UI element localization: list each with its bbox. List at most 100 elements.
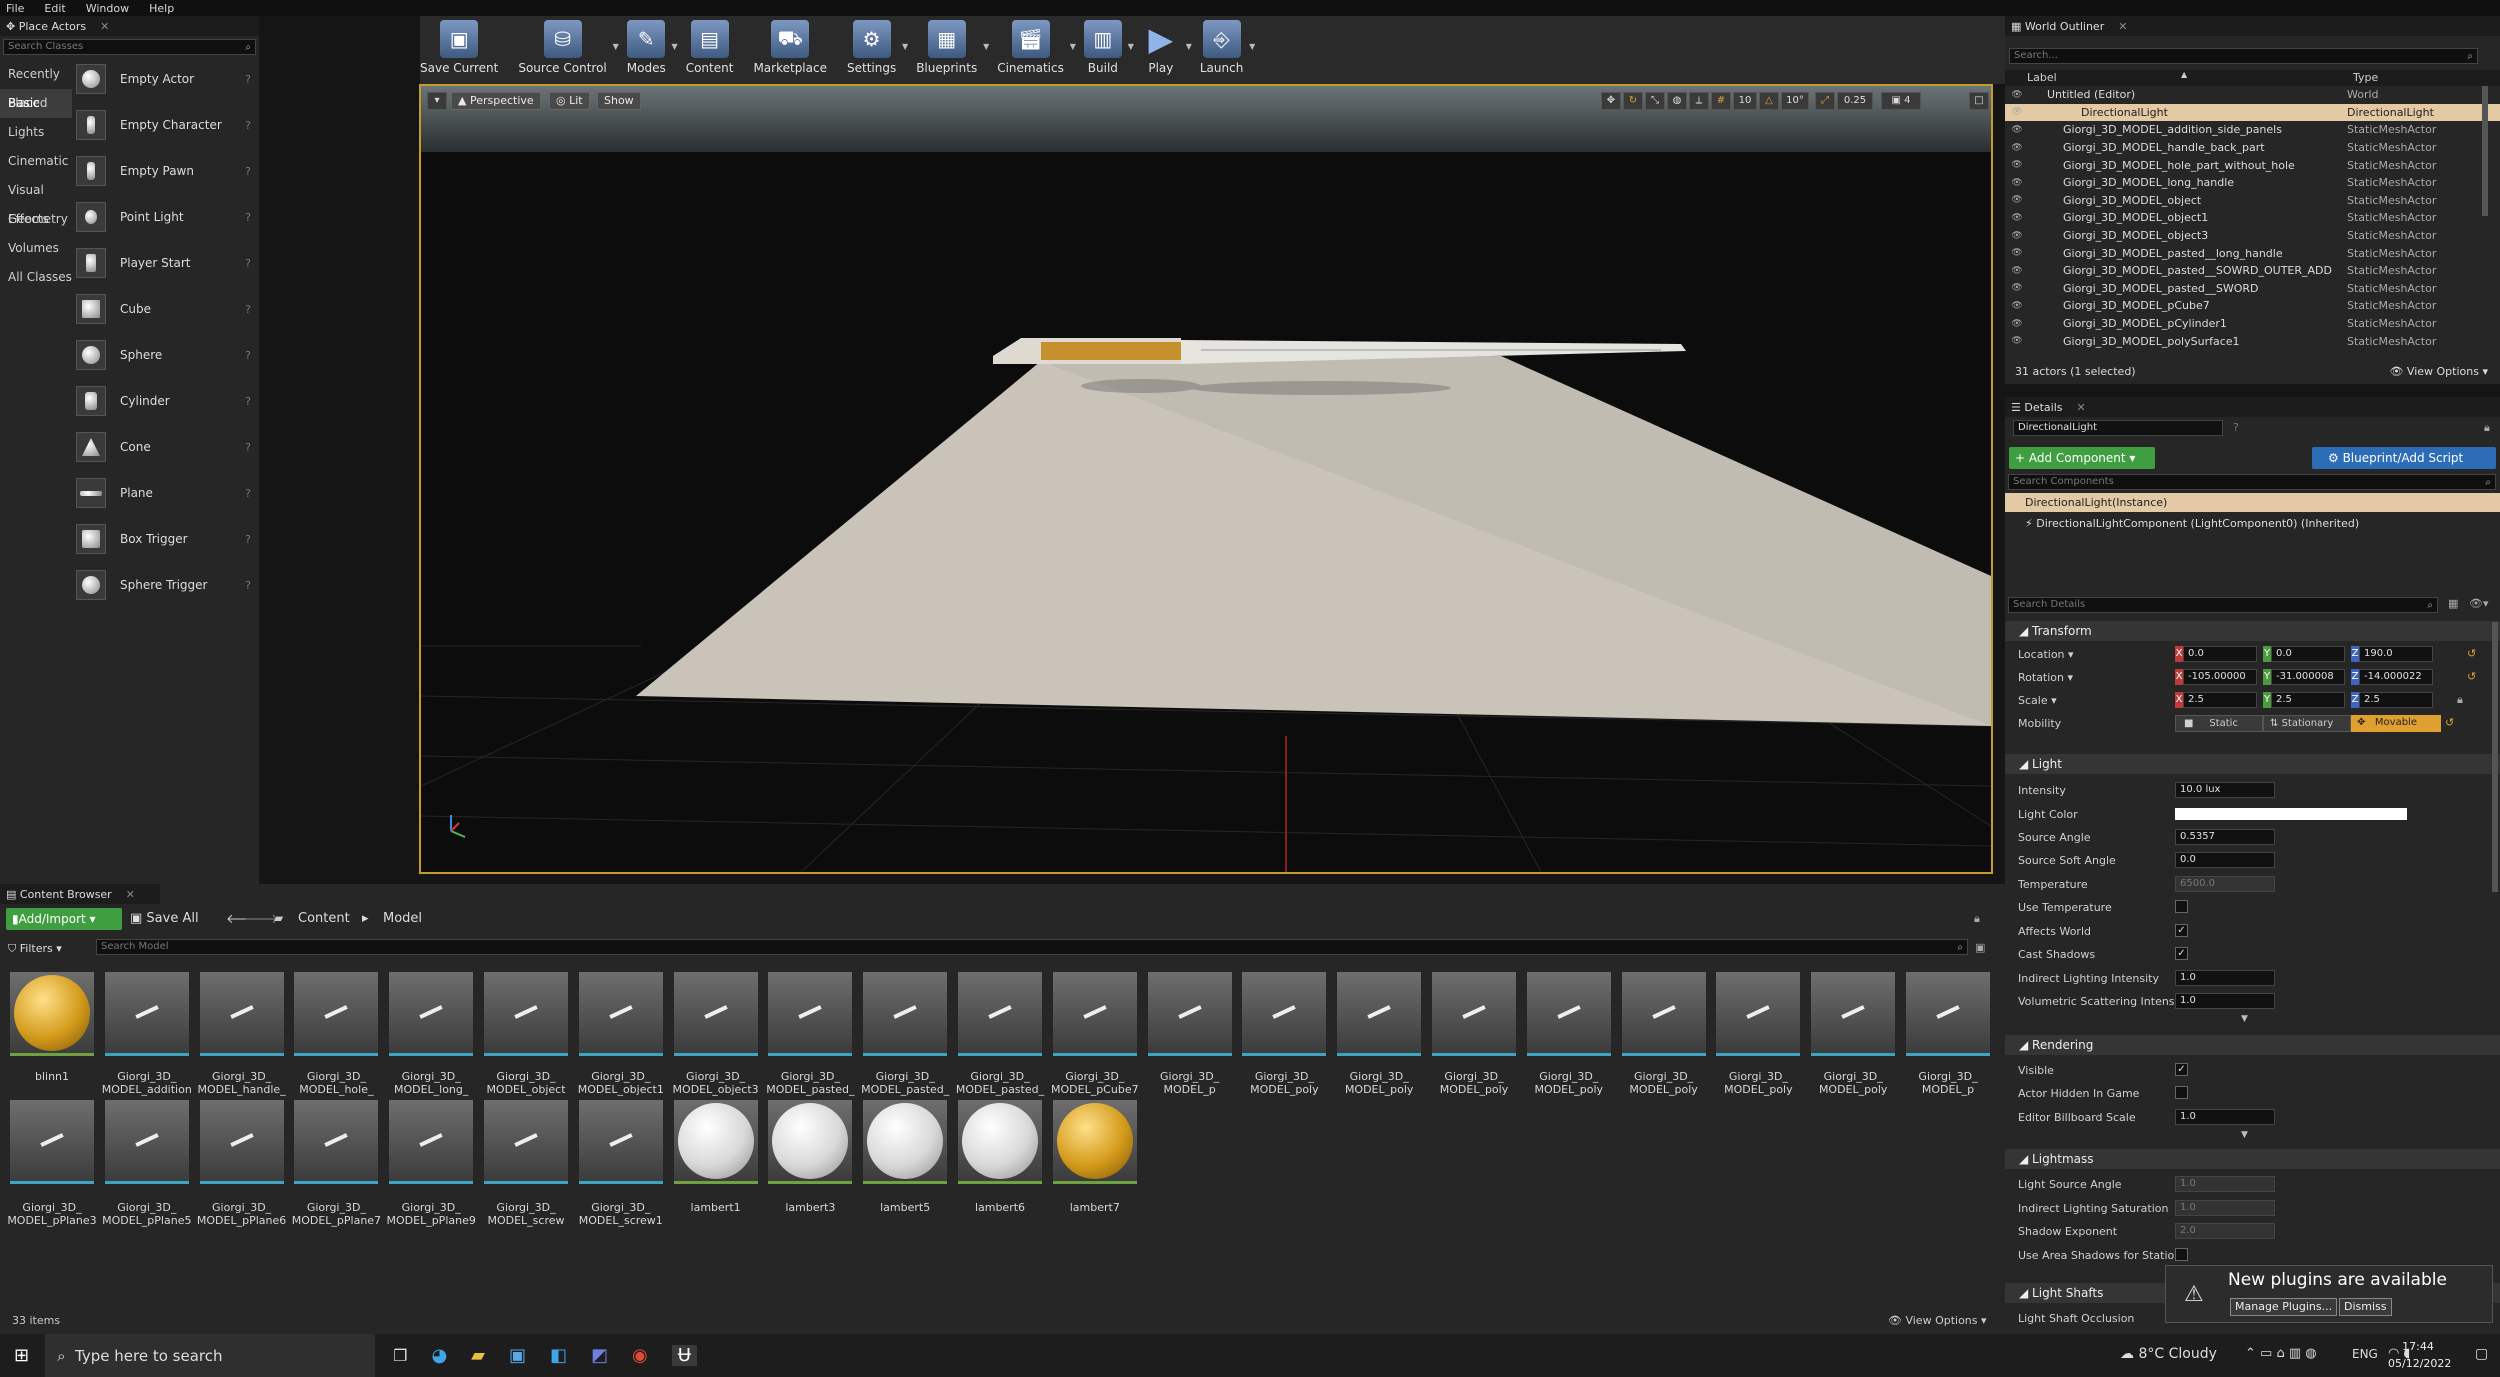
visibility-eye-icon[interactable]: 👁︎ (2009, 178, 2025, 188)
source-angle-field[interactable]: 0.5357 (2175, 829, 2275, 845)
category-basic[interactable]: Basic (0, 89, 72, 118)
help-icon[interactable]: ? (245, 165, 251, 178)
scale-snap-icon[interactable]: ⤢ (1815, 92, 1835, 110)
lock-icon[interactable]: 🔒︎ (2457, 693, 2463, 707)
add-component-button[interactable]: + Add Component ▾ (2009, 447, 2155, 469)
asset-thumbnail[interactable] (1716, 972, 1801, 1056)
taskbar-search-box[interactable]: ⌕ Type here to search (45, 1334, 376, 1377)
lock-icon[interactable]: 🔒︎ (1974, 912, 1980, 926)
tray-icons[interactable]: ⌃ ▭ ⌂ ▥ ◍ (2245, 1346, 2317, 1361)
asset-thumbnail[interactable] (1811, 972, 1896, 1056)
outliner-row[interactable]: 👁︎ Giorgi_3D_MODEL_pCylinder1 StaticMeshAc… (2005, 315, 2500, 333)
asset-thumbnail[interactable] (389, 1100, 474, 1184)
rotation-snap-value[interactable]: 10° (1781, 92, 1809, 110)
asset-thumbnail[interactable] (768, 972, 853, 1056)
category-volumes[interactable]: Volumes (0, 234, 72, 263)
visibility-eye-icon[interactable]: 👁︎ (2009, 266, 2025, 276)
visibility-eye-icon[interactable]: 👁︎ (2009, 336, 2025, 346)
rotation-snap-icon[interactable]: △ (1759, 92, 1779, 110)
rotate-icon[interactable]: ↻ (1623, 92, 1643, 110)
unreal-engine-icon[interactable]: Ʉ (671, 1345, 697, 1366)
grid-view-icon[interactable]: ▦ (2448, 597, 2458, 610)
volumetric-field[interactable]: 1.0 (2175, 993, 2275, 1009)
close-icon[interactable]: ✕ (2077, 401, 2086, 414)
notifications-icon[interactable]: ▢ (2475, 1346, 2488, 1362)
camera-speed-value[interactable]: ▣ 4 (1881, 92, 1921, 110)
rotation-y[interactable]: -31.000008 (2271, 669, 2345, 685)
help-icon[interactable]: ? (245, 257, 251, 270)
outliner-row[interactable]: 👁︎ Giorgi_3D_MODEL_hole_part_without_hole… (2005, 156, 2500, 174)
perspective-button[interactable]: ▲ Perspective (451, 92, 541, 110)
build-button[interactable]: ▥ Build ▼ (1083, 20, 1134, 75)
light-section[interactable]: ◢ Light (2005, 754, 2500, 774)
outliner-row[interactable]: 👁︎ Untitled (Editor) World (2005, 86, 2500, 104)
asset-thumbnail[interactable] (958, 972, 1042, 1056)
category-all-classes[interactable]: All Classes (0, 263, 72, 292)
actor-item[interactable]: Sphere? (74, 332, 257, 378)
light-source-angle-field[interactable]: 1.0 (2175, 1176, 2275, 1192)
lightmass-section[interactable]: ◢ Lightmass (2005, 1149, 2500, 1169)
dismiss-button[interactable]: Dismiss (2339, 1298, 2392, 1316)
dropdown-icon[interactable]: ▼ (1249, 42, 1255, 51)
reset-icon[interactable]: ↺ (2467, 670, 2476, 683)
location-y[interactable]: 0.0 (2271, 646, 2345, 662)
menu-edit[interactable]: Edit (44, 2, 65, 15)
light-color-swatch[interactable] (2175, 808, 2407, 820)
help-icon[interactable]: ? (245, 533, 251, 546)
world-outliner-tab[interactable]: ▦ World Outliner ✕ (2005, 16, 2500, 36)
asset-thumbnail[interactable] (104, 972, 189, 1056)
visibility-eye-icon[interactable]: 👁︎ (2009, 160, 2025, 170)
rotation-z[interactable]: -14.000022 (2359, 669, 2433, 685)
save-search-icon[interactable]: ▣ (1975, 941, 1985, 954)
reset-icon[interactable]: ↺ (2467, 647, 2476, 660)
language-indicator[interactable]: ENG (2352, 1347, 2378, 1361)
weather-widget[interactable]: ☁ 8°C Cloudy (2120, 1346, 2217, 1362)
scale-label[interactable]: Scale ▾ (2018, 694, 2057, 707)
intensity-field[interactable]: 10.0 lux (2175, 782, 2275, 798)
area-shadows-checkbox[interactable] (2175, 1248, 2188, 1261)
save-all-button[interactable]: ▣ Save All (130, 908, 199, 930)
visible-checkbox[interactable]: ✓ (2175, 1063, 2188, 1076)
surface-snap-icon[interactable]: ⟂ (1689, 92, 1709, 110)
blueprints-button[interactable]: ▦ Blueprints ▼ (916, 20, 989, 75)
edge-icon[interactable]: ◕ (431, 1345, 447, 1366)
add-import-button[interactable]: ▮Add/Import ▾ (6, 908, 122, 930)
asset-thumbnail[interactable] (484, 972, 568, 1056)
cinematics-button[interactable]: 🎬︎ Cinematics ▼ (997, 20, 1076, 75)
asset-thumbnail[interactable] (863, 1100, 948, 1184)
play-button[interactable]: ▶ Play ▼ (1142, 20, 1192, 75)
help-icon[interactable]: ? (245, 441, 251, 454)
asset-thumbnail[interactable] (294, 972, 379, 1056)
world-icon[interactable]: ◍ (1667, 92, 1687, 110)
asset-thumbnail[interactable] (863, 972, 948, 1056)
asset-thumbnail[interactable] (673, 1100, 758, 1184)
help-icon[interactable]: ? (245, 211, 251, 224)
scrollbar[interactable] (2482, 86, 2488, 216)
component-root-instance[interactable]: DirectionalLight(Instance) (2005, 493, 2500, 512)
outliner-row[interactable]: 👁︎ Giorgi_3D_MODEL_pasted__long_handle Sta… (2005, 244, 2500, 262)
chrome-icon[interactable]: ◉ (632, 1345, 648, 1366)
content-browser-tab[interactable]: ▤ Content Browser ✕ (0, 884, 160, 904)
menu-help[interactable]: Help (149, 2, 174, 15)
actor-item[interactable]: Empty Actor? (74, 56, 257, 102)
asset-thumbnail[interactable] (1621, 972, 1706, 1056)
visibility-eye-icon[interactable]: 👁︎ (2009, 213, 2025, 223)
details-scrollbar[interactable] (2492, 622, 2498, 892)
scale-z[interactable]: 2.5 (2359, 692, 2433, 708)
asset-thumbnail[interactable] (104, 1100, 189, 1184)
asset-thumbnail[interactable] (958, 1100, 1042, 1184)
asset-thumbnail[interactable] (389, 972, 474, 1056)
search-classes-input[interactable]: Search Classes ⌕ (3, 39, 256, 55)
billboard-scale-field[interactable]: 1.0 (2175, 1109, 2275, 1125)
asset-thumbnail[interactable] (673, 972, 758, 1056)
asset-thumbnail[interactable] (578, 972, 663, 1056)
reset-icon[interactable]: ↺ (2445, 716, 2454, 729)
asset-thumbnail[interactable] (1242, 972, 1327, 1056)
visibility-eye-icon[interactable]: 👁︎ (2009, 143, 2025, 153)
help-icon[interactable]: ? (245, 395, 251, 408)
details-tab[interactable]: ☰ Details ✕ (2005, 397, 2500, 417)
use-temperature-checkbox[interactable] (2175, 900, 2188, 913)
help-icon[interactable]: ? (245, 119, 251, 132)
manage-plugins-button[interactable]: Manage Plugins... (2230, 1298, 2338, 1316)
visibility-eye-icon[interactable]: 👁︎ (2009, 195, 2025, 205)
